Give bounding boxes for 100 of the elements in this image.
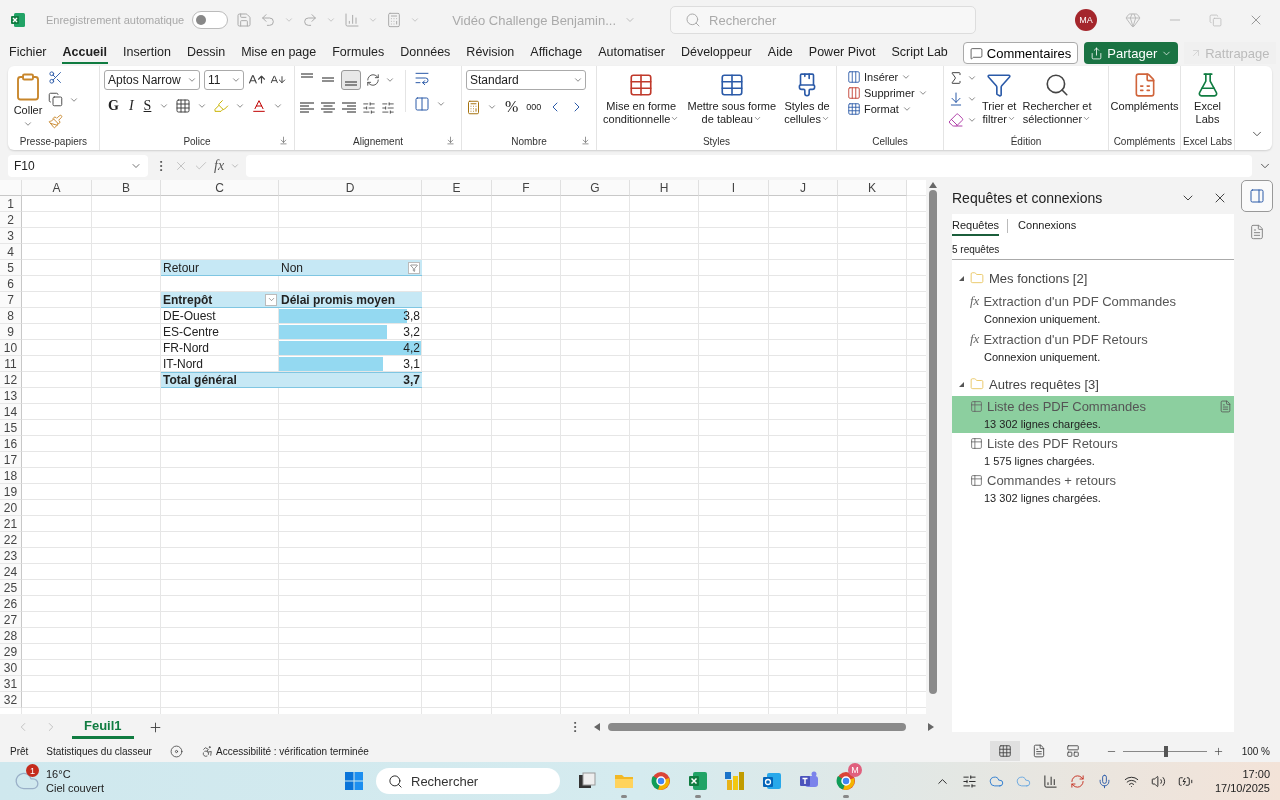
row-number[interactable]: 14 xyxy=(0,404,22,420)
launcher-icon[interactable] xyxy=(279,136,288,145)
dropdown-button[interactable] xyxy=(265,293,277,306)
row-number[interactable]: 27 xyxy=(0,612,22,628)
column-header[interactable]: J xyxy=(769,180,838,196)
diamond-icon[interactable] xyxy=(1125,12,1141,28)
expand-toggle-icon[interactable] xyxy=(958,380,965,388)
name-box[interactable]: F10 xyxy=(8,155,148,177)
cell-styles-button[interactable]: Styles de cellules xyxy=(783,70,831,128)
row-number[interactable]: 2 xyxy=(0,212,22,228)
menu-tab[interactable]: Révision xyxy=(465,42,516,64)
insert-function-button[interactable]: fx xyxy=(214,158,225,174)
row-number[interactable]: 31 xyxy=(0,676,22,692)
paste-button[interactable]: Coller xyxy=(12,70,44,131)
spreadsheet-app-icon[interactable] xyxy=(686,770,709,792)
fill-color-icon[interactable] xyxy=(213,98,230,114)
autosum-icon[interactable] xyxy=(948,70,964,86)
bar-chart-app-icon[interactable] xyxy=(723,770,746,792)
avatar[interactable]: MA xyxy=(1075,9,1097,31)
conditional-format-button[interactable]: Mise en forme conditionnelle xyxy=(602,70,681,128)
row-number[interactable]: 32 xyxy=(0,692,22,708)
launcher-icon[interactable] xyxy=(581,136,590,145)
font-name-field[interactable]: Aptos Narrow xyxy=(104,70,200,90)
panel-tab[interactable]: Requêtes xyxy=(952,216,1000,236)
query-item[interactable]: Liste des PDF Retours 1 575 lignes chargées. xyxy=(952,433,1234,470)
row-number[interactable]: 10 xyxy=(0,340,22,356)
menu-tab[interactable]: Script Lab xyxy=(890,42,949,64)
caret-icon[interactable] xyxy=(967,94,977,104)
row-number[interactable]: 15 xyxy=(0,420,22,436)
caret-icon[interactable] xyxy=(235,101,246,111)
query-group[interactable]: Mes fonctions [2] xyxy=(952,266,1234,290)
mail-app-icon[interactable] xyxy=(760,770,783,792)
caret-icon[interactable] xyxy=(967,73,977,83)
scroll-right-icon[interactable] xyxy=(928,723,934,731)
menu-tab[interactable]: Formules xyxy=(331,42,386,64)
menu-tab[interactable]: Affichage xyxy=(529,42,584,64)
cloud-icon[interactable] xyxy=(1015,773,1031,789)
column-header[interactable]: G xyxy=(561,180,630,196)
format-painter-icon[interactable] xyxy=(48,114,63,129)
fill-icon[interactable] xyxy=(948,91,964,107)
number-format-field[interactable]: Standard xyxy=(466,70,586,90)
sort-filter-button[interactable]: Trier et filtrer xyxy=(981,70,1018,128)
sync-icon[interactable] xyxy=(1069,773,1085,789)
borders-icon[interactable] xyxy=(175,98,192,114)
column-header[interactable]: E xyxy=(422,180,492,196)
query-item[interactable]: fx Extraction d'un PDF Commandes Connexion uniquement. xyxy=(952,290,1234,328)
scroll-up-icon[interactable] xyxy=(929,182,937,188)
microphone-icon[interactable] xyxy=(1096,773,1112,789)
zoom-slider[interactable] xyxy=(1122,745,1207,757)
font-size-field[interactable]: 11 xyxy=(204,70,244,90)
copy-icon[interactable] xyxy=(48,92,63,107)
add-sheet-icon[interactable] xyxy=(147,719,163,735)
find-select-button[interactable]: Rechercher et sélectionner xyxy=(1021,70,1093,128)
row-number[interactable]: 5 xyxy=(0,260,22,276)
menu-tab[interactable]: Données xyxy=(399,42,452,64)
menu-tab[interactable]: Mise en page xyxy=(240,42,318,64)
percent-button[interactable]: % xyxy=(503,98,521,116)
settings-icon[interactable] xyxy=(961,773,977,789)
row-number[interactable]: 25 xyxy=(0,580,22,596)
view-button[interactable] xyxy=(989,741,1020,761)
row-number[interactable]: 4 xyxy=(0,244,22,260)
row-number[interactable]: 17 xyxy=(0,452,22,468)
query-item[interactable]: Liste des PDF Commandes 13 302 lignes chargées. xyxy=(952,396,1234,433)
menu-tab[interactable]: Power Pivot xyxy=(807,42,877,64)
row-number[interactable]: 26 xyxy=(0,596,22,612)
row-number[interactable]: 3 xyxy=(0,228,22,244)
column-header[interactable]: C xyxy=(161,180,279,196)
row-number[interactable]: 28 xyxy=(0,628,22,644)
caret-icon[interactable] xyxy=(385,75,395,85)
row-number[interactable]: 22 xyxy=(0,532,22,548)
row-number[interactable]: 12 xyxy=(0,372,22,388)
merge-cells-icon[interactable] xyxy=(414,96,430,112)
accessibility-icon[interactable] xyxy=(200,744,214,758)
caret-icon[interactable] xyxy=(487,102,497,112)
row-number[interactable]: 9 xyxy=(0,324,22,340)
delete-button[interactable]: Supprimer xyxy=(847,86,928,100)
row-number[interactable]: 16 xyxy=(0,436,22,452)
column-header[interactable]: K xyxy=(838,180,907,196)
redo-icon[interactable] xyxy=(302,12,319,28)
browser-icon[interactable] xyxy=(649,770,672,792)
row-number[interactable]: 18 xyxy=(0,468,22,484)
add-ins-button[interactable]: Compléments xyxy=(1109,70,1180,115)
row-number[interactable]: 13 xyxy=(0,388,22,404)
scrollbar-thumb[interactable] xyxy=(608,723,906,731)
underline-button[interactable]: S xyxy=(141,98,154,114)
caret-icon[interactable] xyxy=(159,101,170,111)
row-number[interactable]: 23 xyxy=(0,548,22,564)
row-number[interactable]: 7 xyxy=(0,292,22,308)
cloud-icon[interactable] xyxy=(988,773,1004,789)
column-header[interactable]: H xyxy=(630,180,699,196)
cut-icon[interactable] xyxy=(48,70,63,85)
caret-icon[interactable] xyxy=(273,101,284,111)
start-icon[interactable] xyxy=(344,771,364,791)
document-icon[interactable] xyxy=(1219,400,1232,413)
menu-tab[interactable]: Aide xyxy=(766,42,794,64)
menu-tab[interactable]: Fichier xyxy=(8,42,48,64)
align-right-icon[interactable] xyxy=(341,100,357,116)
column-header[interactable]: F xyxy=(492,180,561,196)
excel-labs-button[interactable]: Excel Labs xyxy=(1193,70,1222,128)
row-number[interactable]: 21 xyxy=(0,516,22,532)
